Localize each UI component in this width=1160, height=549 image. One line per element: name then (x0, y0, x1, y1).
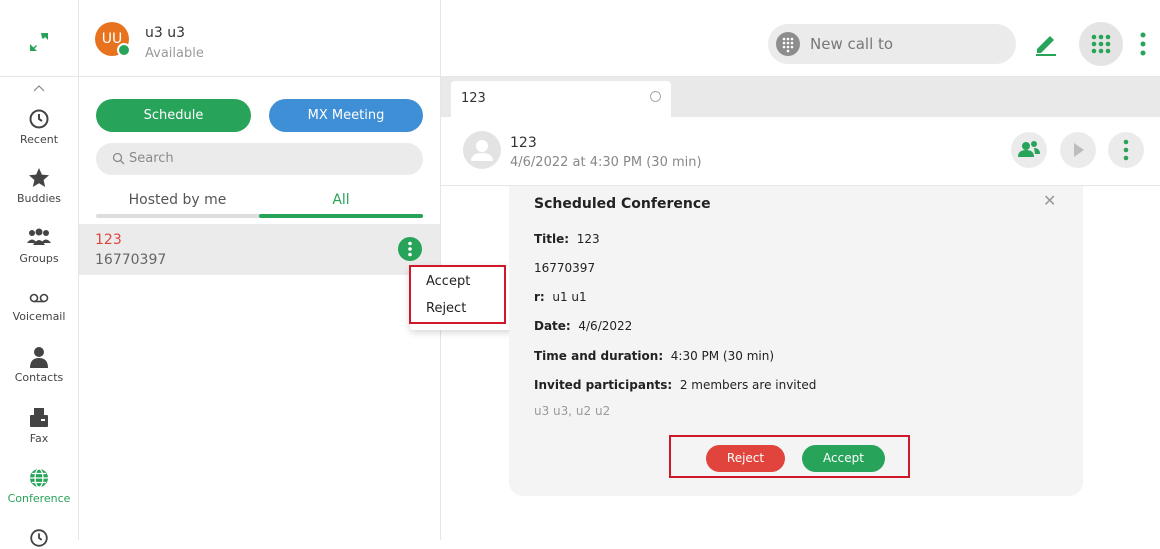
dialpad-button[interactable] (1079, 22, 1123, 66)
close-icon[interactable]: ✕ (1043, 191, 1056, 210)
tab-all[interactable]: All (259, 192, 423, 208)
globe-icon (30, 468, 48, 488)
nav-conference-label: Conference (7, 492, 71, 505)
annotation-highlight-box (669, 435, 910, 478)
participants-icon (1018, 141, 1040, 157)
tab-label: 123 (461, 91, 486, 106)
tab-active-indicator (259, 214, 423, 218)
participants-button[interactable] (1011, 132, 1047, 168)
mx-meeting-button[interactable]: MX Meeting (269, 99, 423, 132)
nav-recent[interactable]: Recent (0, 107, 78, 146)
conference-list-panel: UU u3 u3 Available Schedule MX Meeting S… (79, 0, 441, 540)
scroll-up-chevron-icon[interactable] (33, 84, 45, 92)
new-call-input[interactable]: New call to (768, 24, 1016, 64)
annotation-highlight-box (409, 265, 506, 324)
field-invited-label: Invited participants: (534, 378, 673, 392)
field-invited: Invited participants: 2 members are invi… (534, 378, 816, 392)
presence-dot (117, 43, 131, 57)
field-invited-value: 2 members are invited (679, 378, 817, 392)
compose-pencil-icon[interactable] (1033, 30, 1059, 56)
field-title: Title: 123 (534, 232, 600, 246)
conversation-title: 123 (510, 135, 537, 151)
list-item[interactable]: 123 16770397 (79, 224, 440, 275)
new-call-placeholder: New call to (810, 35, 894, 53)
history-icon[interactable] (28, 527, 50, 549)
conversation-schedule: 4/6/2022 at 4:30 PM (30 min) (510, 155, 702, 170)
play-icon (1074, 143, 1084, 157)
nav-buddies-label: Buddies (16, 192, 62, 205)
rail-header (0, 0, 78, 77)
fax-icon (30, 408, 48, 427)
avatar (463, 131, 501, 169)
person-icon (30, 347, 48, 368)
field-time-label: Time and duration: (534, 349, 664, 363)
field-time: Time and duration: 4:30 PM (30 min) (534, 349, 774, 363)
participant-names: u3 u3, u2 u2 (534, 404, 611, 418)
field-date-label: Date: (534, 319, 571, 333)
nav-contacts-label: Contacts (14, 371, 64, 384)
voicemail-icon (29, 293, 49, 303)
field-owner-label: r: (534, 290, 545, 304)
tab-strip: 123 (441, 77, 1160, 117)
nav-contacts[interactable]: Contacts (0, 345, 78, 384)
more-vertical-icon (1123, 139, 1129, 161)
schedule-button[interactable]: Schedule (96, 99, 251, 132)
field-owner: r: u1 u1 (534, 290, 587, 304)
grid-dots-icon (1091, 34, 1111, 54)
star-icon (29, 168, 49, 187)
field-title-value: 123 (576, 232, 600, 246)
dialpad-icon (776, 32, 800, 56)
field-owner-value: u1 u1 (552, 290, 587, 304)
list-item-number: 16770397 (95, 252, 167, 268)
avatar[interactable]: UU (95, 22, 131, 57)
field-number-value: 16770397 (534, 261, 596, 275)
search-input[interactable]: Search (96, 143, 423, 175)
field-date-value: 4/6/2022 (578, 319, 633, 333)
user-header: UU u3 u3 Available (79, 0, 440, 77)
user-status[interactable]: Available (145, 46, 204, 61)
nav-voicemail[interactable]: Voicemail (0, 288, 78, 323)
more-vertical-icon (408, 241, 412, 257)
tab-hosted-by-me[interactable]: Hosted by me (96, 192, 259, 208)
nav-conference[interactable]: Conference (0, 466, 78, 505)
history-icon (29, 109, 49, 129)
search-placeholder: Search (129, 151, 174, 166)
nav-buddies[interactable]: Buddies (0, 166, 78, 205)
list-item-title: 123 (95, 232, 122, 248)
conversation-more-button[interactable] (1108, 132, 1144, 168)
nav-voicemail-label: Voicemail (12, 310, 66, 323)
start-button[interactable] (1060, 132, 1096, 168)
field-title-label: Title: (534, 232, 570, 246)
collapse-arrows-icon[interactable] (27, 30, 51, 54)
nav-groups-label: Groups (19, 252, 59, 265)
nav-fax[interactable]: Fax (0, 406, 78, 445)
nav-groups[interactable]: Groups (0, 226, 78, 265)
nav-recent-label: Recent (19, 133, 59, 146)
field-number: 16770397 (534, 261, 595, 275)
conversation-header: 123 4/6/2022 at 4:30 PM (30 min) (441, 117, 1160, 186)
top-toolbar: New call to (441, 0, 1160, 77)
nav-fax-label: Fax (29, 432, 49, 445)
user-name: u3 u3 (145, 25, 186, 41)
more-options-button[interactable] (398, 237, 422, 261)
card-heading: Scheduled Conference (534, 196, 711, 212)
more-vertical-icon[interactable] (1136, 30, 1150, 58)
close-icon[interactable] (650, 91, 661, 102)
search-icon (112, 152, 125, 165)
field-time-value: 4:30 PM (30 min) (670, 349, 775, 363)
nav-rail: Recent Buddies Groups Voicemail Contacts (0, 0, 79, 547)
field-date: Date: 4/6/2022 (534, 319, 632, 333)
tab-conference-123[interactable]: 123 (451, 81, 671, 117)
group-icon (27, 228, 51, 245)
